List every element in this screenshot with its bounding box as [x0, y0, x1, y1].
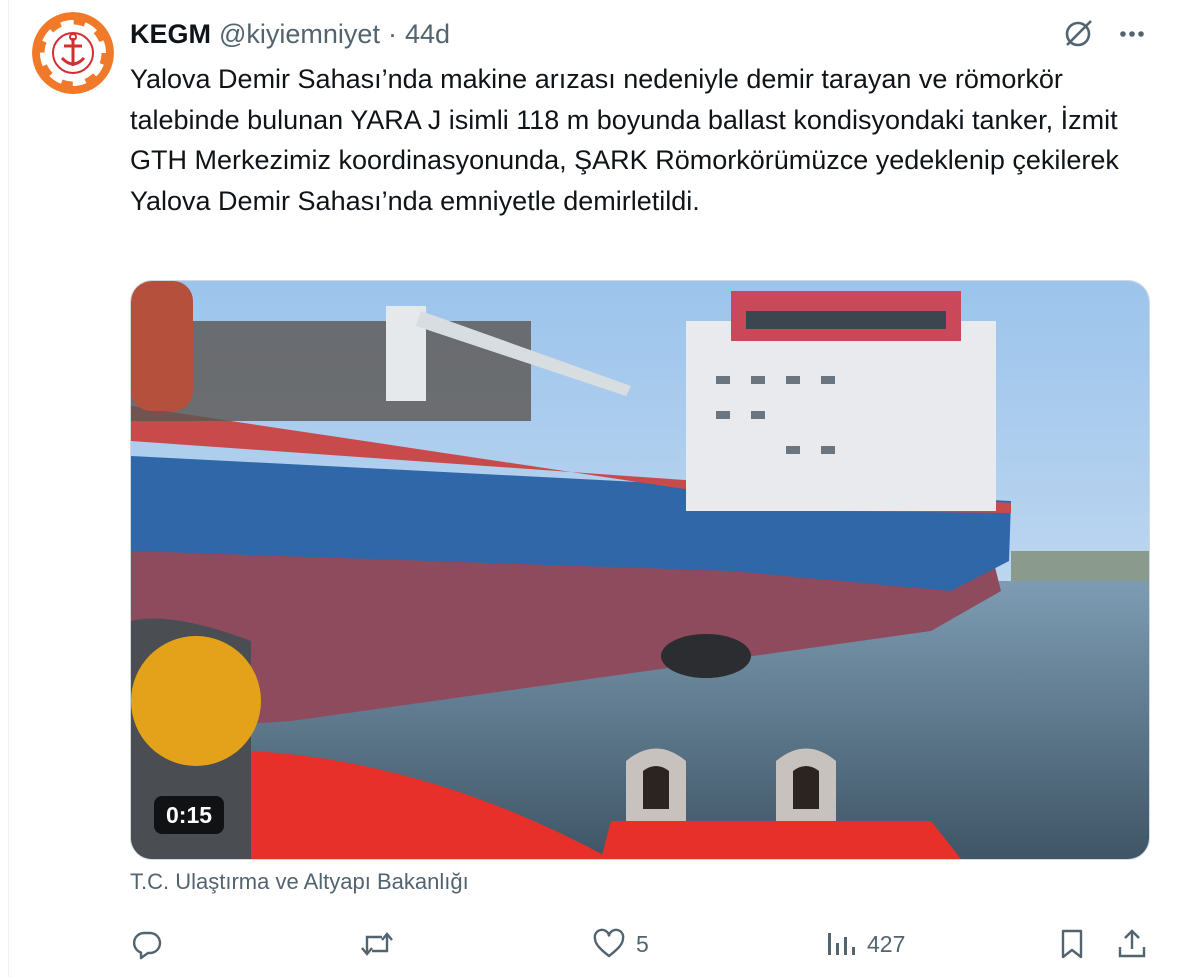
reply-icon: [132, 931, 162, 960]
author-name[interactable]: KEGM: [130, 19, 211, 50]
heart-icon: [593, 928, 625, 958]
bookmark-button[interactable]: [1056, 920, 1088, 968]
share-icon: [1118, 929, 1146, 958]
repost-icon: [361, 932, 393, 956]
tweet-time[interactable]: 44d: [405, 19, 450, 50]
tweet-text: Yalova Demir Sahası’nda makine arızası n…: [130, 64, 1119, 216]
views-button[interactable]: 427: [825, 920, 905, 968]
bookmark-icon: [1061, 929, 1083, 959]
video-thumbnail: [131, 281, 1149, 859]
author-handle[interactable]: @kiyiemniyet: [219, 19, 380, 50]
reply-button[interactable]: [130, 920, 164, 968]
grok-icon: [1065, 20, 1092, 47]
source-label[interactable]: T.C. Ulaştırma ve Altyapı Bakanlığı: [130, 869, 469, 895]
separator-dot: ·: [387, 18, 397, 49]
avatar[interactable]: [32, 12, 114, 94]
kegm-logo: [32, 12, 114, 94]
like-button[interactable]: 5: [592, 920, 649, 968]
grok-button[interactable]: [1060, 16, 1096, 52]
video-player[interactable]: [130, 280, 1150, 860]
views-count: 427: [867, 930, 906, 957]
repost-button[interactable]: [358, 920, 396, 968]
video-duration-badge: 0:15: [154, 796, 225, 834]
like-count: 5: [636, 930, 649, 957]
more-button[interactable]: [1114, 16, 1150, 52]
views-icon: [828, 933, 855, 955]
tweet-header: KEGM @kiyiemniyet · 44d: [130, 14, 450, 54]
tweet[interactable]: KEGM @kiyiemniyet · 44d Yalova Demir Sah…: [0, 0, 1200, 977]
more-icon: [1120, 31, 1144, 37]
share-button[interactable]: [1116, 920, 1148, 968]
